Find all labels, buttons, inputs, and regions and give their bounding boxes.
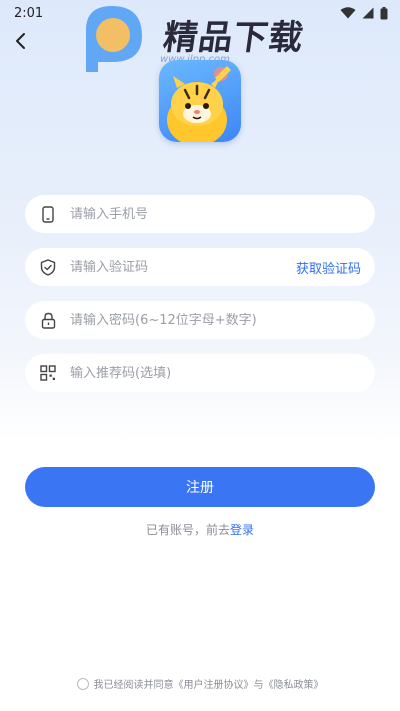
watermark-logo [86,6,142,72]
agreement-prefix: 我已经阅读并同意 [93,680,174,691]
qr-code-icon [39,364,57,382]
privacy-policy-link[interactable]: 《隐私政策》 [264,676,324,691]
login-link[interactable]: 登录 [230,523,254,537]
agreement-checkbox[interactable] [76,677,89,690]
battery-icon [380,6,388,19]
referral-input[interactable] [70,365,361,381]
password-field[interactable] [25,301,375,339]
get-code-button[interactable]: 获取验证码 [296,258,361,277]
status-icons [340,6,388,20]
user-agreement-link[interactable]: 《用户注册协议》 [174,676,254,691]
chevron-left-icon [16,33,25,49]
login-prompt: 已有账号，前去登录 [0,521,400,538]
signal-icon [362,7,374,19]
shield-check-icon [39,258,57,276]
phone-field[interactable] [25,195,375,233]
tiger-mascot-icon [167,66,231,142]
agreement-row: 我已经阅读并同意 《用户注册协议》 与 《隐私政策》 [0,676,400,691]
code-input[interactable] [70,259,296,275]
login-prompt-text: 已有账号，前去 [145,523,230,537]
code-field[interactable]: 获取验证码 [25,248,375,286]
phone-input[interactable] [70,206,361,222]
referral-field[interactable] [25,354,375,392]
agreement-conjunction: 与 [253,680,264,691]
lock-icon [39,311,57,329]
wifi-icon [340,7,356,19]
password-input[interactable] [70,312,361,328]
back-button[interactable] [8,28,34,54]
phone-icon [39,205,57,223]
app-logo [159,60,241,142]
register-button[interactable]: 注册 [25,467,375,507]
watermark-brand: 精品下载 [160,18,307,58]
status-time: 2:01 [14,5,44,21]
